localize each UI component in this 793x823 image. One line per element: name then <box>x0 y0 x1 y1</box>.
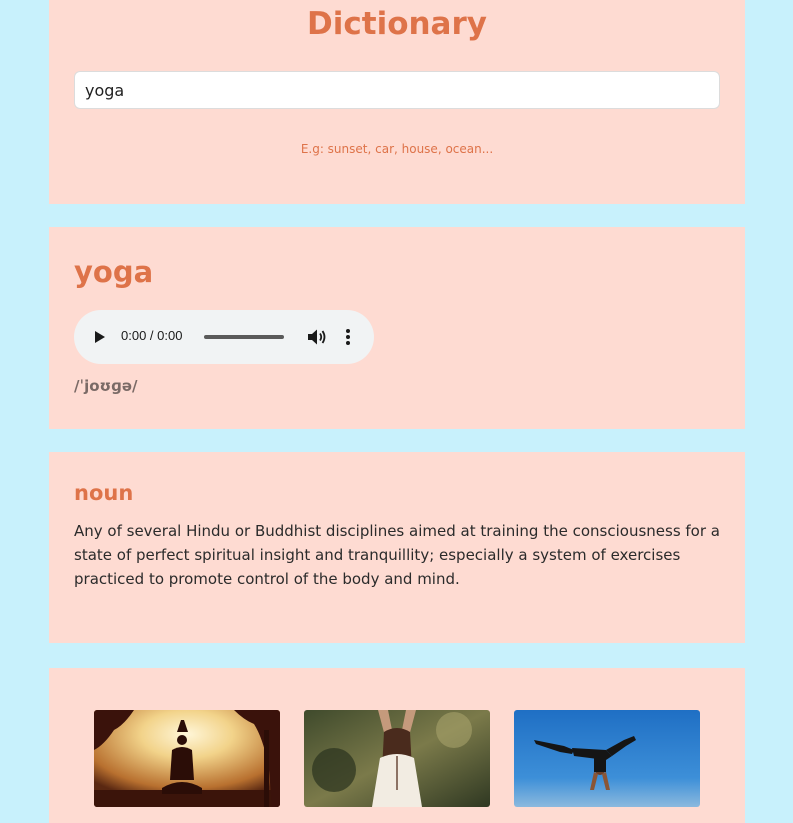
meaning-card: noun Any of several Hindu or Buddhist di… <box>49 452 745 643</box>
search-card: Dictionary E.g: sunset, car, house, ocea… <box>49 0 745 204</box>
page: Dictionary E.g: sunset, car, house, ocea… <box>0 0 793 823</box>
audio-player: 0:00 / 0:00 <box>74 310 374 364</box>
volume-icon[interactable] <box>307 328 327 346</box>
page-title: Dictionary <box>307 6 487 42</box>
search-hint: E.g: sunset, car, house, ocean... <box>300 142 494 156</box>
audio-time: 0:00 / 0:00 <box>121 328 183 343</box>
word-card: yoga 0:00 / 0:00 /ˈjoʊɡə/ <box>49 227 745 429</box>
word-heading: yoga <box>74 255 154 289</box>
play-icon[interactable] <box>95 331 105 343</box>
photos-card <box>49 668 745 823</box>
photo-meditation-sunset[interactable] <box>94 710 280 807</box>
part-of-speech: noun <box>74 481 134 505</box>
definition-text: Any of several Hindu or Buddhist discipl… <box>74 522 720 588</box>
search-input[interactable] <box>74 71 720 109</box>
more-options-icon[interactable] <box>342 327 354 347</box>
photo-handstand-pose[interactable] <box>514 710 700 807</box>
audio-progress-bar[interactable] <box>204 335 284 339</box>
phonetic-text: /ˈjoʊɡə/ <box>74 377 138 395</box>
photo-woman-arms-raised[interactable] <box>304 710 490 807</box>
